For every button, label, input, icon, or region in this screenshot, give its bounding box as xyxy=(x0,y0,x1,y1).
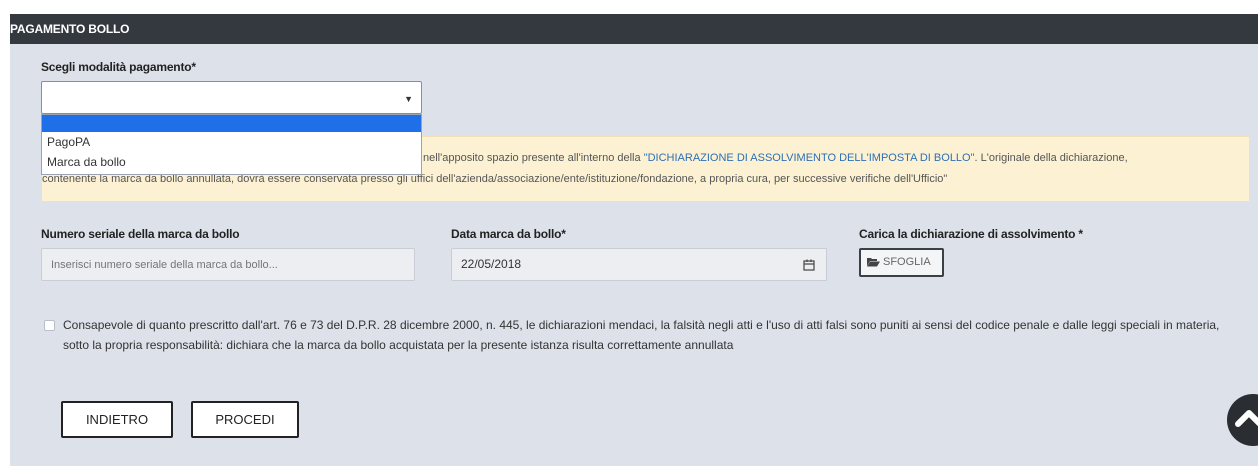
panel-header: PAGAMENTO BOLLO xyxy=(10,14,1258,44)
chevron-up-icon xyxy=(1235,410,1258,427)
date-input[interactable]: 22/05/2018 xyxy=(451,248,793,281)
upload-label: Carica la dichiarazione di assolvimento … xyxy=(859,227,1083,241)
serial-label: Numero seriale della marca da bollo xyxy=(41,227,240,241)
chevron-down-icon: ▼ xyxy=(404,94,413,104)
declaration-checkbox[interactable] xyxy=(44,320,55,331)
payment-mode-label: Scegli modalità pagamento* xyxy=(41,60,196,74)
serial-input[interactable] xyxy=(41,248,415,281)
notice-text: nell'apposito spazio presente all'intern… xyxy=(423,152,644,164)
option-marca-da-bollo[interactable]: Marca da bollo xyxy=(42,153,421,173)
folder-open-icon xyxy=(867,258,880,267)
declaration-text: Consapevole di quanto prescritto dall'ar… xyxy=(63,318,1220,352)
next-button[interactable]: PROCEDI xyxy=(191,401,299,438)
notice-link[interactable]: "DICHIARAZIONE DI ASSOLVIMENTO DELL'IMPO… xyxy=(644,152,975,164)
browse-button[interactable]: SFOGLIA xyxy=(859,248,944,277)
section-title: PAGAMENTO BOLLO xyxy=(10,22,130,36)
notice-text: . L'originale della dichiarazione, xyxy=(974,152,1128,164)
payment-mode-select[interactable]: ▼ xyxy=(41,81,422,114)
browse-button-label: SFOGLIA xyxy=(883,256,931,268)
calendar-icon xyxy=(803,259,815,271)
option-blank[interactable] xyxy=(42,115,421,132)
payment-mode-options[interactable]: PagoPA Marca da bollo xyxy=(41,114,422,175)
payment-panel: PAGAMENTO BOLLO Scegli modalità pagament… xyxy=(10,14,1258,466)
back-button[interactable]: INDIETRO xyxy=(61,401,173,438)
option-pagopa[interactable]: PagoPA xyxy=(42,132,421,153)
date-label: Data marca da bollo* xyxy=(451,227,566,241)
notice-line-1: nell'apposito spazio presente all'intern… xyxy=(423,148,1128,168)
calendar-button[interactable] xyxy=(792,248,827,281)
